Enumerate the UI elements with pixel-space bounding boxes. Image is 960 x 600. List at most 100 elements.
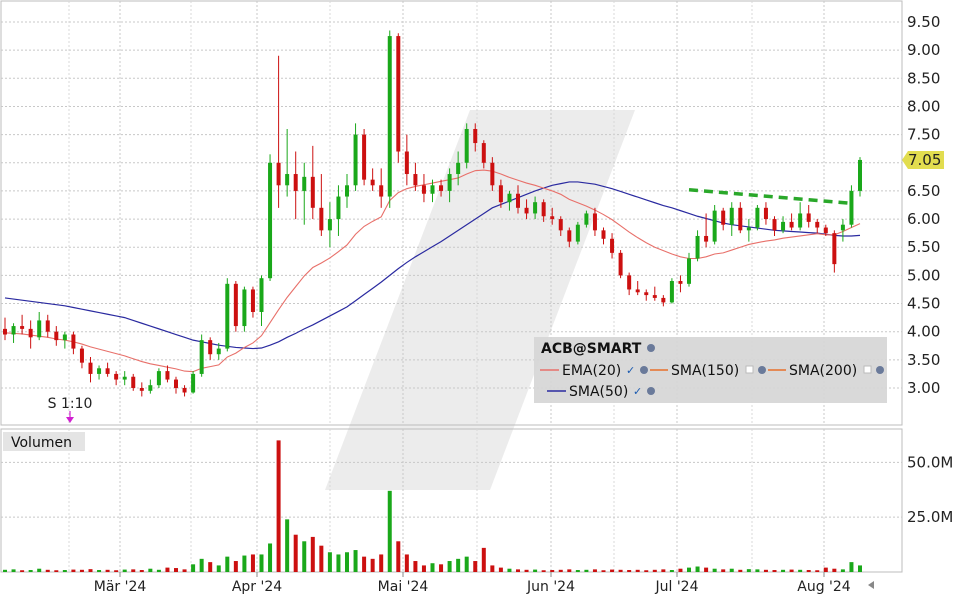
sma200-settings-icon[interactable] xyxy=(876,366,884,374)
candle xyxy=(327,202,332,248)
volume-bar xyxy=(268,543,273,572)
scroll-right-icon[interactable] xyxy=(868,581,874,589)
volume-bar xyxy=(610,569,615,572)
volume-bar xyxy=(421,565,426,572)
volume-bar xyxy=(712,568,717,572)
candle-body xyxy=(208,340,213,355)
price-tick-label: 5.50 xyxy=(907,238,940,256)
split-marker-label: S 1:10 xyxy=(48,396,93,412)
volume-bar xyxy=(233,561,238,572)
price-tick-label: 9.00 xyxy=(907,41,940,59)
split-marker[interactable]: S 1:10 xyxy=(48,396,93,423)
candle xyxy=(575,221,580,245)
volume-bar xyxy=(430,563,435,572)
candle xyxy=(772,216,777,236)
volume-bar xyxy=(849,562,854,572)
candle xyxy=(105,362,110,377)
candle xyxy=(199,334,204,377)
candle-body xyxy=(558,219,563,231)
volume-bar xyxy=(533,569,538,572)
last-price-tag: 7.05 xyxy=(902,150,944,169)
candle xyxy=(165,365,170,383)
candle-body xyxy=(575,224,580,242)
candle-body xyxy=(729,207,734,225)
candle xyxy=(746,219,751,242)
volume-bar xyxy=(250,554,255,572)
candle xyxy=(652,286,657,301)
candle-body xyxy=(584,213,589,225)
ema20-settings-icon[interactable] xyxy=(640,366,648,374)
candle xyxy=(79,345,84,369)
legend-sma50-label: SMA(50) xyxy=(569,384,628,400)
sma200-checkbox[interactable] xyxy=(863,365,872,374)
candle-body xyxy=(823,227,828,234)
check-icon[interactable]: ✓ xyxy=(633,385,642,398)
candle-body xyxy=(516,193,520,208)
price-y-axis: 9.509.008.508.007.507.006.506.005.505.00… xyxy=(907,13,940,397)
candle xyxy=(387,30,392,208)
candle-body xyxy=(259,278,264,312)
candle-body xyxy=(302,176,307,191)
volume-bar xyxy=(789,569,794,572)
volume-bar xyxy=(652,569,657,572)
candle xyxy=(798,202,803,231)
volume-bar xyxy=(37,568,42,572)
candle-body xyxy=(849,190,854,225)
candle xyxy=(755,205,760,231)
candle xyxy=(233,281,238,332)
candle xyxy=(336,185,341,236)
candle-body xyxy=(421,185,426,194)
sma150-checkbox[interactable] xyxy=(745,365,754,374)
volume-bar xyxy=(88,569,93,572)
volume-bar xyxy=(507,568,512,572)
check-icon[interactable]: ✓ xyxy=(626,364,635,377)
candle xyxy=(293,151,298,220)
candle-body xyxy=(396,36,401,152)
volume-bar xyxy=(635,569,640,572)
volume-bar xyxy=(156,569,161,572)
volume-bar xyxy=(481,547,486,572)
candle-body xyxy=(114,373,119,380)
sma50-settings-icon[interactable] xyxy=(647,387,655,395)
trendline-path xyxy=(688,188,852,206)
candle-body xyxy=(644,292,649,296)
candle-body xyxy=(635,289,640,293)
candle xyxy=(114,371,119,386)
watermark-logo xyxy=(325,110,635,490)
volume-bar xyxy=(225,556,230,572)
last-price-label: 7.05 xyxy=(908,151,941,169)
candle xyxy=(627,272,632,296)
indicator-legend: ACB@SMART EMA(20) ✓ SMA(150) SMA(200) SM… xyxy=(534,337,887,403)
candle xyxy=(464,123,469,169)
candle-body xyxy=(781,221,786,231)
candle-body xyxy=(156,371,161,386)
volume-bar xyxy=(97,570,102,572)
sma150-settings-icon[interactable] xyxy=(758,366,766,374)
candle xyxy=(182,385,187,397)
candle xyxy=(345,174,349,208)
candle-body xyxy=(806,213,811,222)
candle xyxy=(729,202,734,236)
candle xyxy=(319,174,324,236)
symbol-settings-icon[interactable] xyxy=(647,344,655,352)
candle-body xyxy=(148,385,153,391)
candle-body xyxy=(71,334,76,349)
price-tick-label: 5.00 xyxy=(907,266,940,284)
candle xyxy=(156,368,161,388)
candle-body xyxy=(250,289,255,312)
volume-bar xyxy=(464,556,469,572)
candle xyxy=(404,134,409,186)
candle-body xyxy=(310,176,315,208)
volume-bar xyxy=(806,570,811,572)
candle-body xyxy=(507,193,512,203)
candle-body xyxy=(268,162,273,279)
candle xyxy=(250,286,255,318)
candle-body xyxy=(618,252,623,276)
candle-body xyxy=(362,134,367,180)
volume-bar xyxy=(293,534,298,572)
candle-body xyxy=(678,281,683,284)
volume-bar xyxy=(456,558,461,572)
candle-body xyxy=(592,213,597,231)
candle-body xyxy=(379,185,384,197)
candle xyxy=(302,162,307,225)
